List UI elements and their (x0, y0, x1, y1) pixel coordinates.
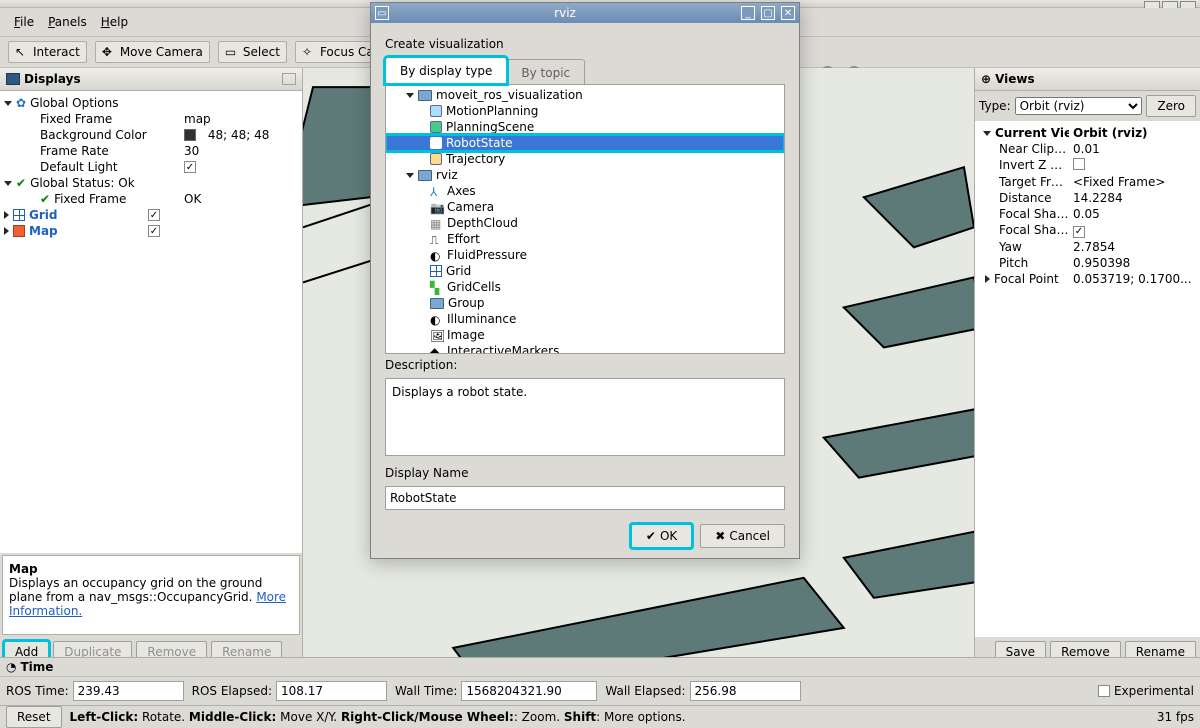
views-icon: ⊕ (981, 72, 991, 86)
views-panel: ⊕ Views Type: Orbit (rviz) Zero Current … (974, 68, 1200, 667)
map-checkbox[interactable]: ✓ (148, 225, 160, 237)
effort-icon: ⎍ (430, 233, 443, 246)
illuminance-icon: ◐ (430, 313, 443, 326)
dialog-minimize-icon[interactable]: _ (741, 6, 755, 20)
displays-header: Displays (0, 68, 302, 91)
wall-elapsed-label: Wall Elapsed: (605, 684, 685, 698)
zero-button[interactable]: Zero (1146, 95, 1196, 117)
group-icon (430, 298, 444, 309)
displays-tree[interactable]: ✿Global Options Fixed Framemap Backgroun… (0, 91, 302, 553)
display-name-label: Display Name (385, 466, 785, 480)
displays-panel: Displays ✿Global Options Fixed Framemap … (0, 68, 303, 667)
check-icon: ✔ (16, 176, 26, 190)
grid-icon (13, 209, 25, 221)
dialog-sysmenu-icon[interactable]: ▭ (375, 6, 389, 20)
gear-icon: ✿ (16, 96, 26, 110)
menu-panels[interactable]: PanelsPanels (42, 12, 93, 32)
wall-time-label: Wall Time: (395, 684, 457, 698)
robot-state-item[interactable]: RobotState (386, 135, 784, 151)
focal-fixed-checkbox[interactable]: ✓ (1073, 226, 1085, 238)
view-type-select[interactable]: Orbit (rviz) (1015, 97, 1143, 115)
interact-button[interactable]: ↖Interact (8, 41, 87, 63)
depthcloud-icon: ▦ (430, 217, 443, 230)
monitor-icon (6, 73, 20, 85)
move-camera-button[interactable]: ✥Move Camera (95, 41, 210, 63)
menu-help[interactable]: HelpHelp (95, 12, 134, 32)
fluid-icon: ◐ (430, 249, 443, 262)
panel-collapse-icon[interactable] (282, 73, 296, 85)
fps-label: 31 fps (1157, 710, 1194, 724)
gridcells-icon: ▚ (430, 281, 443, 294)
planning-scene-icon (430, 121, 442, 133)
grid-checkbox[interactable]: ✓ (148, 209, 160, 221)
ros-elapsed-label: ROS Elapsed: (192, 684, 272, 698)
status-bar: Reset Left-Click: Rotate. Middle-Click: … (0, 705, 1200, 727)
focus-icon: ✧ (302, 45, 316, 59)
grid-icon (430, 265, 442, 277)
display-description: Map Displays an occupancy grid on the gr… (2, 555, 300, 635)
views-tree[interactable]: Current ViewOrbit (rviz) Near Clip D...0… (975, 121, 1200, 637)
dialog-close-icon[interactable]: ✕ (781, 6, 795, 20)
invert-z-checkbox[interactable] (1073, 158, 1085, 170)
cancel-icon: ✖ (715, 529, 725, 543)
experimental-label: Experimental (1114, 684, 1194, 698)
dialog-titlebar[interactable]: ▭ rviz _ ▢ ✕ (371, 3, 799, 23)
ok-icon: ✔ (646, 529, 656, 543)
trajectory-icon (430, 153, 442, 165)
time-panel: ◔Time ROS Time: ROS Elapsed: Wall Time: … (0, 657, 1200, 705)
map-icon (13, 225, 25, 237)
ros-time-input[interactable] (73, 681, 184, 701)
ok-button[interactable]: ✔OK (631, 524, 692, 548)
description-label: Description: (385, 358, 785, 372)
wall-time-input[interactable] (461, 681, 597, 701)
tab-by-topic[interactable]: By topic (506, 59, 585, 86)
select-button[interactable]: ▭Select (218, 41, 287, 63)
tab-by-display-type[interactable]: By display type (385, 57, 507, 84)
description-text: Displays a robot state. (385, 378, 785, 456)
image-icon: 🖼 (430, 329, 443, 342)
experimental-checkbox[interactable] (1098, 685, 1110, 697)
check-icon: ✔ (40, 192, 50, 206)
select-icon: ▭ (225, 45, 239, 59)
folder-icon (418, 170, 432, 181)
camera-icon: 📷 (430, 201, 443, 214)
wall-elapsed-input[interactable] (690, 681, 801, 701)
ros-time-label: ROS Time: (6, 684, 69, 698)
axes-icon: ⅄ (430, 185, 443, 198)
ros-elapsed-input[interactable] (276, 681, 387, 701)
clock-icon: ◔ (6, 660, 16, 674)
cancel-button[interactable]: ✖Cancel (700, 524, 785, 548)
menu-file[interactable]: FFileile (8, 12, 40, 32)
create-visualization-label: Create visualization (385, 37, 785, 51)
color-swatch (184, 129, 196, 141)
display-name-input[interactable] (385, 486, 785, 510)
move-icon: ✥ (102, 45, 116, 59)
default-light-checkbox[interactable]: ✓ (184, 161, 196, 173)
cursor-icon: ↖ (15, 45, 29, 59)
status-hint: Left-Click: Rotate. Middle-Click: Move X… (70, 710, 686, 724)
views-header: ⊕ Views (975, 68, 1200, 91)
dialog-title: rviz (395, 6, 735, 20)
type-label: Type: (979, 99, 1011, 113)
folder-icon (418, 90, 432, 101)
display-type-tree[interactable]: moveit_ros_visualization MotionPlanning … (385, 84, 785, 354)
motion-planning-icon (430, 105, 442, 117)
reset-button[interactable]: Reset (6, 706, 62, 728)
create-visualization-dialog: ▭ rviz _ ▢ ✕ Create visualization By dis… (370, 2, 800, 559)
robot-state-icon (430, 137, 442, 149)
imarkers-icon: ◆ (430, 345, 443, 355)
dialog-maximize-icon[interactable]: ▢ (761, 6, 775, 20)
